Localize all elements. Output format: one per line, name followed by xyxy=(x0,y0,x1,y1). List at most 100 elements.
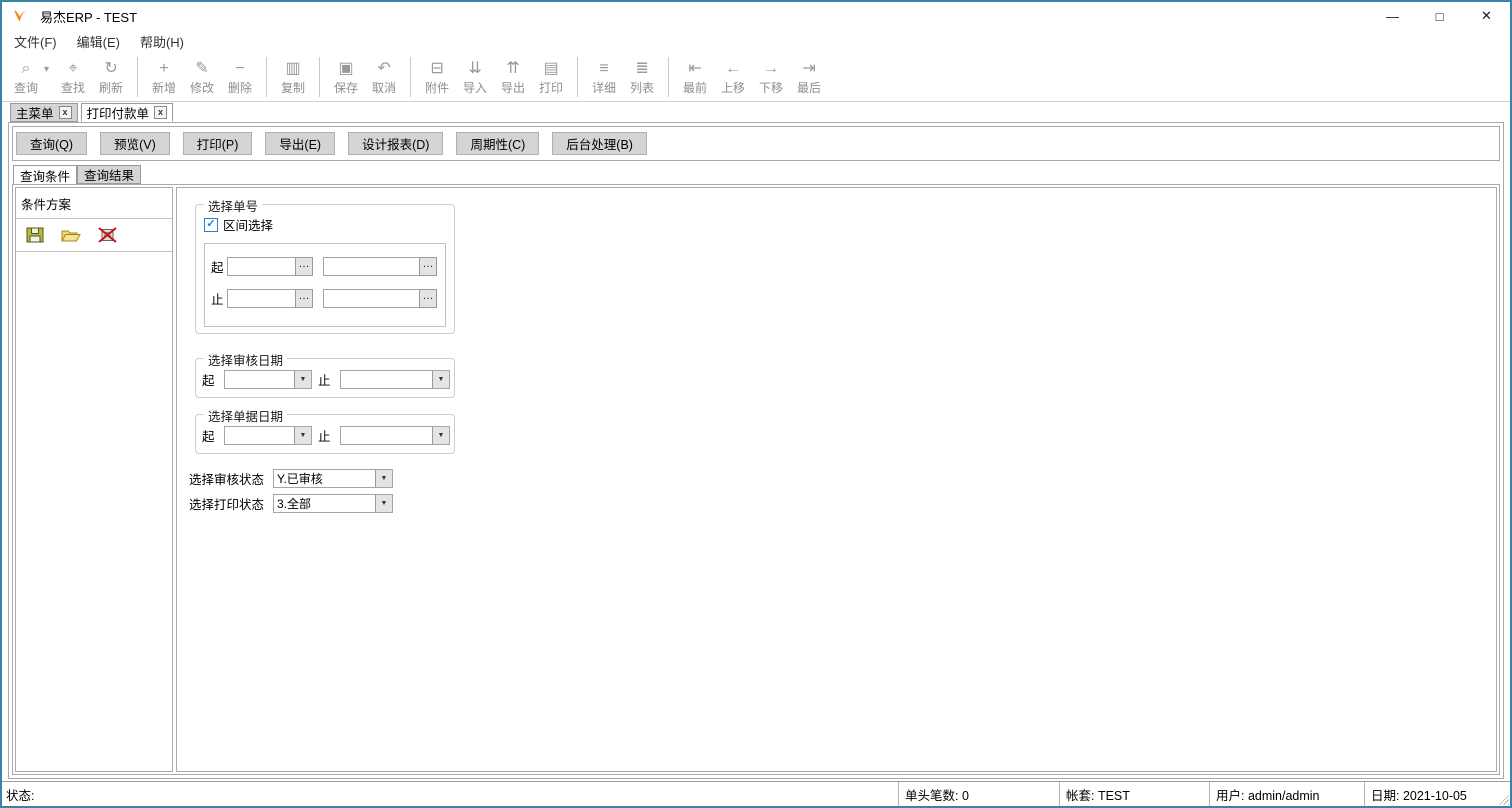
toolbar-add-button[interactable]: + 新增 xyxy=(147,58,181,96)
combo-arrow-icon[interactable]: ▼ xyxy=(294,371,311,388)
background-process-button[interactable]: 后台处理(B) xyxy=(552,132,647,155)
periodic-button[interactable]: 周期性(C) xyxy=(456,132,540,155)
doc-no-from-browse-2[interactable]: … xyxy=(419,257,437,276)
load-scheme-icon[interactable] xyxy=(61,228,81,243)
close-tab-icon[interactable]: x xyxy=(58,106,72,119)
to-label: 止 xyxy=(211,293,224,307)
toolbar-separator xyxy=(410,56,412,97)
scheme-list-area xyxy=(16,252,172,771)
doc-date-to-combo[interactable]: ▼ xyxy=(340,426,450,445)
toolbar-cancel-button[interactable]: ↶ 取消 xyxy=(367,58,401,96)
refresh-icon: ↻ xyxy=(104,59,118,77)
toolbar-save-button[interactable]: ▣ 保存 xyxy=(329,58,363,96)
doc-no-to-input-1[interactable] xyxy=(227,289,295,308)
toolbar-modify-button[interactable]: ✎ 修改 xyxy=(185,58,219,96)
ellipsis-icon: … xyxy=(298,258,310,270)
copy-icon: ▥ xyxy=(285,59,301,77)
query-button[interactable]: 查询(Q) xyxy=(16,132,88,155)
doc-no-from-input-1[interactable] xyxy=(227,257,295,276)
from-label: 起 xyxy=(211,261,224,275)
delete-icon: − xyxy=(235,59,245,77)
design-report-button[interactable]: 设计报表(D) xyxy=(348,132,444,155)
combo-arrow-icon[interactable]: ▼ xyxy=(432,427,449,444)
doc-no-to-browse-2[interactable]: … xyxy=(419,289,437,308)
scheme-panel-title: 条件方案 xyxy=(16,188,172,219)
menu-edit[interactable]: 编辑(E) xyxy=(77,32,120,51)
toolbar-separator xyxy=(668,56,670,97)
from-label: 起 xyxy=(202,374,215,388)
audit-date-to-combo[interactable]: ▼ xyxy=(340,370,450,389)
window-title: 易杰ERP - TEST xyxy=(40,9,138,25)
toolbar-export-button[interactable]: ⇈ 导出 xyxy=(496,58,530,96)
query-tab-bar: 查询条件 查询结果 xyxy=(12,165,1500,184)
export-button[interactable]: 导出(E) xyxy=(265,132,336,155)
ellipsis-icon: … xyxy=(422,290,434,302)
status-bar: 状态: 单头笔数: 0 帐套: TEST 用户: admin/admin 日期:… xyxy=(2,781,1510,806)
toolbar-move-up-button[interactable]: ← 上移 xyxy=(716,58,750,96)
toolbar-detail-button[interactable]: ≡ 详细 xyxy=(587,58,621,96)
close-tab-icon[interactable]: x xyxy=(154,106,168,119)
doc-date-row: 起 ▼ 止 ▼ xyxy=(202,426,454,445)
attachment-icon: ⊟ xyxy=(430,59,444,77)
toolbar-attachment-button[interactable]: ⊟ 附件 xyxy=(420,58,454,96)
doc-no-from-browse-1[interactable]: … xyxy=(295,257,313,276)
combo-arrow-icon[interactable]: ▼ xyxy=(375,495,393,512)
window-controls: — □ ✕ xyxy=(1369,2,1510,30)
toolbar-query-button[interactable]: ⌕ 查询 xyxy=(9,58,43,96)
save-scheme-icon[interactable] xyxy=(26,227,44,243)
close-icon: ✕ xyxy=(1481,8,1492,23)
toolbar-move-down-button[interactable]: → 下移 xyxy=(754,58,788,96)
combo-arrow-icon[interactable]: ▼ xyxy=(294,427,311,444)
print-button[interactable]: 打印(P) xyxy=(182,132,253,155)
modify-icon: ✎ xyxy=(195,59,209,77)
tab-query-result[interactable]: 查询结果 xyxy=(77,165,142,184)
audit-status-combo[interactable]: Y.已审核 ▼ xyxy=(273,469,394,488)
range-select-checkbox[interactable]: ✓ 区间选择 xyxy=(204,215,273,234)
print-status-label: 选择打印状态 xyxy=(189,498,265,512)
doc-number-group-legend: 选择单号 xyxy=(204,196,263,215)
doc-no-to-input-2[interactable] xyxy=(323,289,419,308)
menu-file[interactable]: 文件(F) xyxy=(14,32,57,51)
tab-label: 主菜单 xyxy=(16,107,54,121)
menu-help[interactable]: 帮助(H) xyxy=(140,32,184,51)
range-select-label: 区间选择 xyxy=(223,219,274,233)
toolbar-find-button[interactable]: ⌖ 查找 xyxy=(56,58,90,96)
doc-no-to-row: 止 … … xyxy=(211,289,445,308)
toolbar-list-button[interactable]: ≣ 列表 xyxy=(625,58,659,96)
doc-no-to-browse-1[interactable]: … xyxy=(295,289,313,308)
toolbar-delete-button[interactable]: − 删除 xyxy=(223,58,257,96)
toolbar-import-button[interactable]: ⇊ 导入 xyxy=(458,58,492,96)
tab-query-condition[interactable]: 查询条件 xyxy=(13,165,78,184)
combo-arrow-icon[interactable]: ▼ xyxy=(432,371,449,388)
save-icon: ▣ xyxy=(338,59,354,77)
toolbar-refresh-button[interactable]: ↻ 刷新 xyxy=(94,58,128,96)
doc-no-from-row: 起 … … xyxy=(211,257,445,276)
app-logo-icon xyxy=(14,9,26,22)
doc-no-from-input-2[interactable] xyxy=(323,257,419,276)
to-label: 止 xyxy=(318,374,331,388)
toolbar-first-button[interactable]: ⇤ 最前 xyxy=(678,58,712,96)
close-button[interactable]: ✕ xyxy=(1463,2,1510,30)
last-record-icon: ⇥ xyxy=(802,59,816,77)
toolbar-separator xyxy=(577,56,579,97)
toolbar-last-button[interactable]: ⇥ 最后 xyxy=(792,58,826,96)
detail-icon: ≡ xyxy=(599,59,609,77)
first-record-icon: ⇤ xyxy=(688,59,702,77)
toolbar-copy-button[interactable]: ▥ 复制 xyxy=(276,58,310,96)
tab-main-menu[interactable]: 主菜单 x xyxy=(10,103,78,122)
maximize-button[interactable]: □ xyxy=(1416,2,1463,30)
print-status-combo[interactable]: 3.全部 ▼ xyxy=(273,494,394,513)
combo-arrow-icon[interactable]: ▼ xyxy=(375,470,393,487)
preview-button[interactable]: 预览(V) xyxy=(100,132,170,155)
to-label: 止 xyxy=(318,430,331,444)
minimize-button[interactable]: — xyxy=(1369,2,1416,30)
delete-scheme-icon[interactable] xyxy=(98,227,117,243)
audit-date-from-combo[interactable]: ▼ xyxy=(224,370,312,389)
toolbar-print-button[interactable]: ▤ 打印 xyxy=(534,58,568,96)
audit-date-row: 起 ▼ 止 ▼ xyxy=(202,370,454,389)
status-segment-date: 日期: 2021-10-05 xyxy=(1364,782,1510,806)
doc-date-from-combo[interactable]: ▼ xyxy=(224,426,312,445)
ellipsis-icon: … xyxy=(298,290,310,302)
query-dropdown-caret-icon[interactable]: ▾ xyxy=(44,64,49,75)
tab-print-payment[interactable]: 打印付款单 x xyxy=(80,103,174,122)
